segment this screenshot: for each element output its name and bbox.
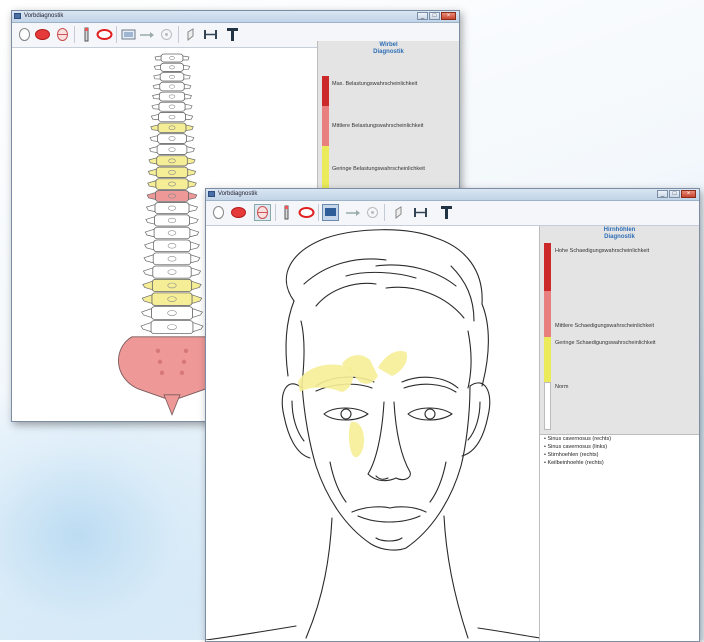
ellipse-hatched-icon[interactable] [254,204,271,221]
ruler-icon[interactable] [202,26,219,43]
legend-label-high: Max. Belastungswahrscheinlichkeit [332,81,418,87]
sacral-foramen [181,359,187,364]
legend-label-low: Geringe Belastungswahrscheinlichkeit [332,166,425,172]
vertebra[interactable] [144,239,200,253]
sinus-diagnostics-window: Vorbdiagnostik _ □ × Hirnhöhlen Diagnost… [205,188,700,642]
pointer-icon[interactable] [390,204,407,221]
vertebra[interactable] [150,112,194,123]
minimize-button[interactable]: _ [417,12,428,20]
legend-heading: Hirnhöhlen Diagnostik [603,227,636,240]
ring-icon[interactable] [298,204,315,221]
list-item[interactable]: • Sinus cavernosus (rechts) [544,436,611,442]
legend-bar-low [322,146,329,188]
sacral-foramen [159,370,165,375]
close-button[interactable]: × [681,190,696,198]
sacral-foramen [157,359,163,364]
pen-icon[interactable] [278,204,295,221]
toolbar [206,201,699,226]
nasal-cavity-highlight[interactable] [348,421,364,458]
arrow-icon[interactable] [344,204,361,221]
vertebra[interactable] [142,265,202,279]
findings-list[interactable]: • Sinus cavernosus (rechts) • Sinus cave… [539,434,699,641]
vertebra[interactable] [145,202,199,215]
legend-panel: Hirnhöhlen Diagnostik Hohe Schaedigungsw… [539,226,699,434]
ellipse-outline-icon[interactable] [16,26,33,43]
vertebra[interactable] [153,72,191,82]
vertebra[interactable] [147,166,197,178]
sound-fork-icon[interactable] [224,26,241,43]
pointer-icon[interactable] [182,26,199,43]
app-icon [14,13,21,19]
app-icon [208,191,215,197]
sound-fork-icon[interactable] [438,204,455,221]
close-button[interactable]: × [441,12,456,20]
pen-icon[interactable] [78,26,95,43]
camera-icon[interactable] [322,204,339,221]
legend-heading: Wirbel Diagnostik [373,42,404,55]
target-icon[interactable] [364,204,381,221]
legend-label-medium: Mittlere Belastungswahrscheinlichkeit [332,123,424,129]
vertebra[interactable] [141,306,203,320]
vertebra[interactable] [152,91,192,102]
vertebra[interactable] [152,81,192,92]
frontal-sinus-left-highlight[interactable] [298,364,354,392]
title-bar[interactable]: Vorbdiagnostik _ □ × [206,189,699,201]
vertebra[interactable] [148,155,196,167]
camera-icon[interactable] [120,26,137,43]
legend-bar-medium [322,106,329,146]
legend-bar-low [544,337,551,382]
minimize-button[interactable]: _ [657,190,668,198]
legend-label-low: Geringe Schaedigungswahrscheinlichkeit [555,340,656,346]
list-item[interactable]: • Sinus cavernosus (links) [544,444,607,450]
vertebra[interactable] [143,252,201,266]
list-item[interactable]: • Keilbeinhoehle (rechts) [544,460,604,466]
list-item[interactable]: • Stirnhoehlen (rechts) [544,452,599,458]
vertebra[interactable] [149,144,195,155]
vertebra[interactable] [153,62,191,72]
ring-icon[interactable] [96,26,113,43]
legend-label-norm: Norm [555,384,569,390]
face-illustration [206,229,540,640]
sacral-foramen [155,348,161,353]
ellipse-hatched-icon[interactable] [54,26,71,43]
sacral-foramen [179,370,185,375]
vertebra[interactable] [149,133,195,144]
coccyx[interactable] [163,394,181,416]
vertebra[interactable] [141,292,203,306]
vertebra[interactable] [144,226,200,240]
ellipse-filled-icon[interactable] [34,26,51,43]
maximize-button[interactable]: □ [669,190,680,198]
highlight-regions[interactable] [298,350,408,458]
vertebra[interactable] [154,53,190,63]
target-icon[interactable] [158,26,175,43]
legend-label-high: Hohe Schaedigungswahrscheinlichkeit [555,248,650,254]
vertebra[interactable] [145,214,199,227]
legend-bar-high [544,243,551,291]
vertebra[interactable] [146,190,198,202]
legend-bar-medium [544,291,551,337]
ellipse-outline-icon[interactable] [210,204,227,221]
vertebra[interactable] [140,320,204,335]
maximize-button[interactable]: □ [429,12,440,20]
vertebra[interactable] [150,122,194,133]
ruler-icon[interactable] [412,204,429,221]
face-drawing-canvas[interactable] [206,226,540,640]
legend-bar-high [322,76,329,106]
arrow-icon[interactable] [138,26,155,43]
ellipse-filled-icon[interactable] [230,204,247,221]
vertebra[interactable] [147,178,197,190]
window-title: Vorbdiagnostik [218,191,258,197]
window-title: Vorbdiagnostik [24,13,64,19]
legend-label-medium: Mittlere Schaedigungswahrscheinlichkeit [555,323,655,329]
vertebra[interactable] [142,278,202,293]
title-bar[interactable]: Vorbdiagnostik _ □ × [12,11,459,23]
vertebra[interactable] [151,101,193,112]
legend-bar-norm [544,382,551,430]
frontal-sinus-right-highlight[interactable] [378,350,408,376]
sacral-foramen [183,348,189,353]
